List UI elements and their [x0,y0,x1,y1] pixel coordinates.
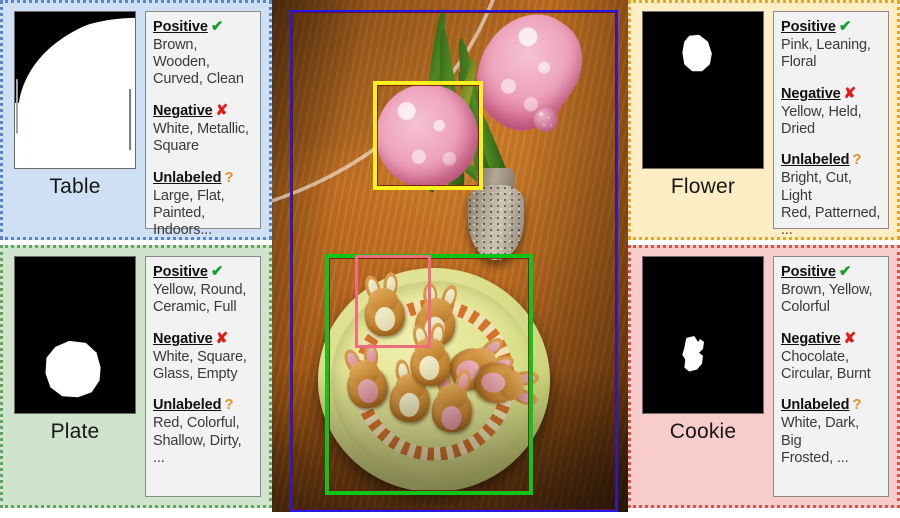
mask-column-table: Table [13,11,137,229]
check-icon: ✔ [838,263,852,280]
attr-head-unlabeled: Unlabeled [153,397,222,414]
attr-group-positive: Positive ✔ Brown, Wooden, Curved, Clean [153,17,254,88]
attr-group-positive: Positive ✔ Brown, Yellow, Colorful [781,262,882,316]
attr-values-negative: Chocolate, Circular, Burnt [781,349,871,383]
attr-values-positive: Pink, Leaning, Floral [781,37,871,71]
mask-shape-plate [15,257,135,413]
bounding-box-flower[interactable] [373,81,483,190]
mask-shape-flower [643,12,763,168]
check-icon: ✔ [210,18,224,35]
question-mark-icon: ? [224,396,234,414]
category-label-table: Table [49,175,101,198]
attr-head-negative: Negative [781,86,841,103]
attribute-box-cookie[interactable]: Positive ✔ Brown, Yellow, Colorful Negativ… [773,256,889,497]
mask-shape-cookie [643,257,763,413]
segmentation-mask-icon-flower [642,11,764,169]
attr-group-positive: Positive ✔ Pink, Leaning, Floral [781,17,882,71]
attribute-box-flower[interactable]: Positive ✔ Pink, Leaning, Floral Negative ✘… [773,11,889,238]
attribute-box-table[interactable]: Positive ✔ Brown, Wooden, Curved, Clean Ne… [145,11,261,238]
mask-column-flower: Flower [641,11,765,229]
attr-head-negative: Negative [781,331,841,348]
attr-values-negative: White, Square, Glass, Empty [153,349,247,383]
attr-group-negative: Negative ✘ Yellow, Held, Dried [781,84,882,138]
segmentation-mask-icon-table [14,11,136,169]
attr-values-unlabeled: White, Dark, Big Frosted, ... [781,415,859,466]
cross-icon: ✘ [215,330,229,348]
category-label-plate: Plate [50,420,100,443]
attr-values-negative: Yellow, Held, Dried [781,104,862,138]
attr-group-positive: Positive ✔ Yellow, Round, Ceramic, Full [153,262,254,316]
cross-icon: ✘ [843,330,857,348]
attr-head-negative: Negative [153,103,213,120]
attr-values-unlabeled: Large, Flat, Painted, Indoors... [153,187,225,238]
question-mark-icon: ? [224,168,234,186]
panel-table[interactable]: Table Positive ✔ Brown, Wooden, Curved, Cl… [0,0,272,240]
panel-plate[interactable]: Plate Positive ✔ Yellow, Round, Ceramic, F… [0,245,272,508]
attr-values-positive: Yellow, Round, Ceramic, Full [153,282,247,316]
attr-group-negative: Negative ✘ Chocolate, Circular, Burnt [781,329,882,383]
category-label-cookie: Cookie [669,420,737,443]
attr-group-unlabeled: Unlabeled? Red, Colorful, Shallow, Dirty,… [153,396,254,466]
attr-values-positive: Brown, Wooden, Curved, Clean [153,37,244,88]
attr-head-positive: Positive [153,19,208,35]
panel-flower[interactable]: Flower Positive ✔ Pink, Leaning, Floral Ne… [628,0,900,240]
category-label-flower: Flower [670,175,736,198]
attr-group-unlabeled: Unlabeled? Bright, Cut, Light Red, Patter… [781,151,882,238]
attr-values-unlabeled: Red, Colorful, Shallow, Dirty, ... [153,415,242,466]
scene-photo[interactable] [272,0,628,518]
attribute-box-plate[interactable]: Positive ✔ Yellow, Round, Ceramic, Full Ne… [145,256,261,497]
attr-head-positive: Positive [153,264,208,280]
attr-group-negative: Negative ✘ White, Square, Glass, Empty [153,329,254,383]
segmentation-mask-icon-plate [14,256,136,414]
photo-bottom-edge [272,512,628,518]
panel-cookie[interactable]: Cookie Positive ✔ Brown, Yellow, Colorful … [628,245,900,508]
attr-head-unlabeled: Unlabeled [781,152,850,169]
question-mark-icon: ? [852,396,862,414]
attr-values-negative: White, Metallic, Square [153,121,249,155]
mask-column-plate: Plate [13,256,137,497]
attr-head-negative: Negative [153,331,213,348]
attr-values-positive: Brown, Yellow, Colorful [781,282,873,316]
attr-group-unlabeled: Unlabeled? White, Dark, Big Frosted, ... [781,396,882,466]
attr-values-unlabeled: Bright, Cut, Light Red, Patterned, ... [781,170,881,238]
attr-group-negative: Negative ✘ White, Metallic, Square [153,101,254,155]
check-icon: ✔ [838,18,852,35]
attr-head-unlabeled: Unlabeled [781,397,850,414]
check-icon: ✔ [210,263,224,280]
figure-root: Table Positive ✔ Brown, Wooden, Curved, Cl… [0,0,900,518]
attr-head-positive: Positive [781,264,836,280]
cross-icon: ✘ [843,85,857,103]
attr-group-unlabeled: Unlabeled? Large, Flat, Painted, Indoors.… [153,169,254,239]
segmentation-mask-icon-cookie [642,256,764,414]
attr-head-positive: Positive [781,19,836,35]
question-mark-icon: ? [852,151,862,169]
bounding-box-cookie[interactable] [355,255,431,348]
mask-column-cookie: Cookie [641,256,765,497]
attr-head-unlabeled: Unlabeled [153,169,222,186]
mask-shape-table [15,12,135,168]
cross-icon: ✘ [215,102,229,120]
